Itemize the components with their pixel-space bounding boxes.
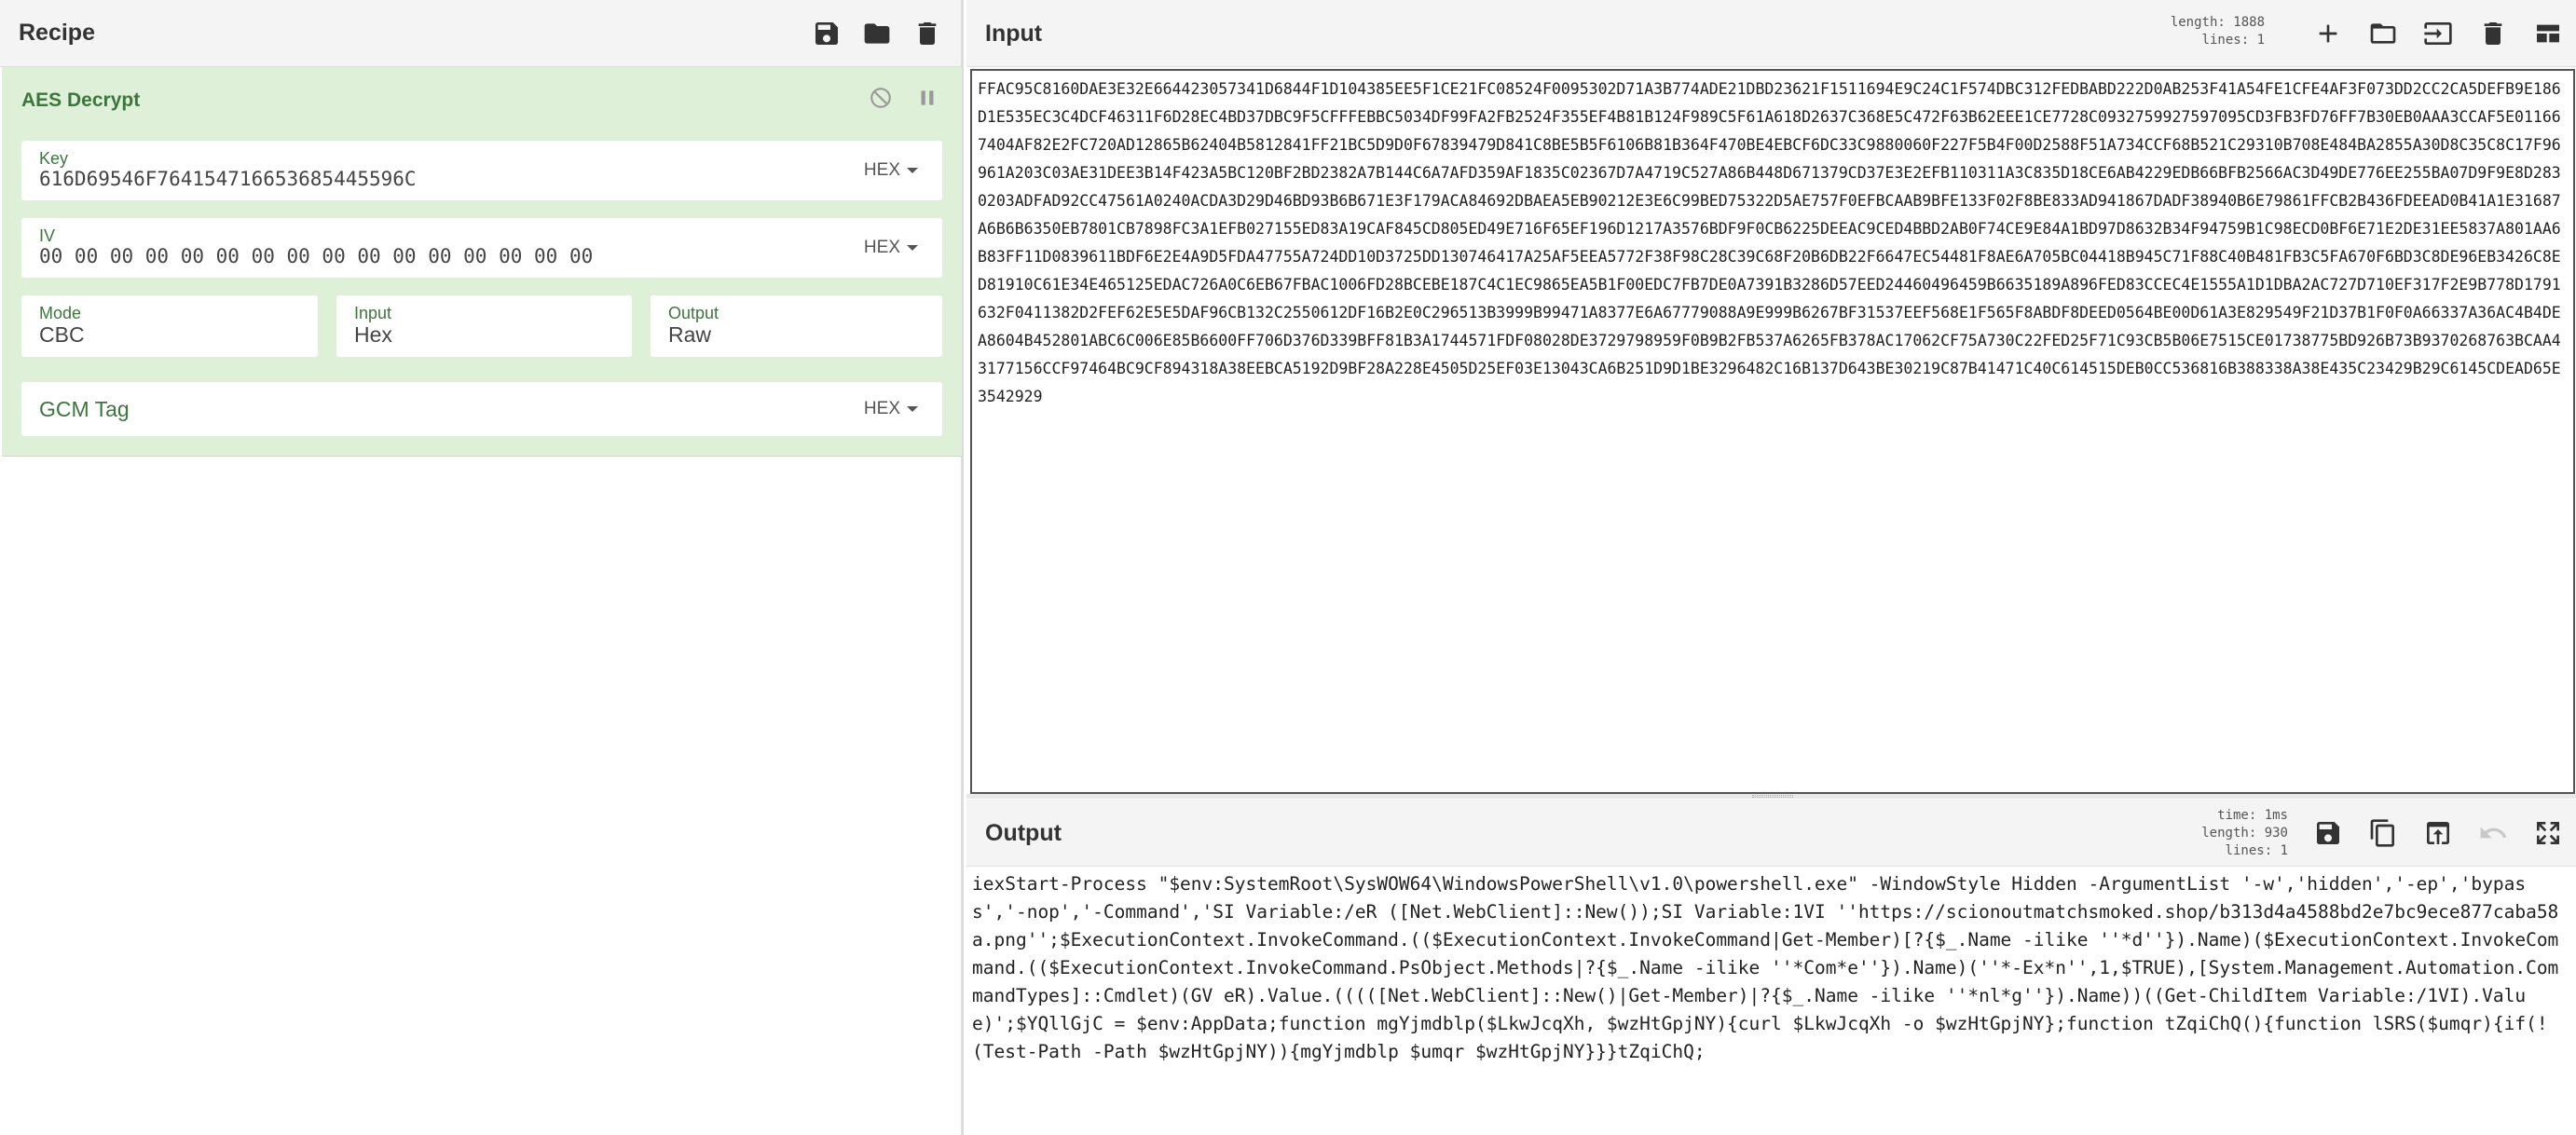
input-format-select[interactable]: Input Hex xyxy=(336,295,632,357)
input-stats: length: 1888 lines: 1 xyxy=(2155,14,2265,49)
operation-controls xyxy=(869,86,939,110)
recipe-title: Recipe xyxy=(19,20,95,46)
output-lines-label: lines: xyxy=(2225,843,2273,858)
output-format-label: Output xyxy=(668,304,719,322)
output-title: Output xyxy=(985,819,1062,846)
output-panel: Output time: 1ms length: 930 lines: 1 ie… xyxy=(966,800,2576,1135)
save-icon[interactable] xyxy=(812,19,842,48)
undo-icon xyxy=(2478,818,2508,848)
iv-value[interactable]: 00 00 00 00 00 00 00 00 00 00 00 00 00 0… xyxy=(39,245,593,267)
recipe-header: Recipe xyxy=(0,0,961,67)
output-toolbar xyxy=(2313,800,2563,867)
layout-icon[interactable] xyxy=(2533,19,2563,48)
input-format-label: Input xyxy=(354,304,392,322)
replace-input-icon[interactable] xyxy=(2423,818,2453,848)
key-format-label: HEX xyxy=(863,160,900,180)
plus-icon[interactable] xyxy=(2313,19,2343,48)
iv-format-dropdown[interactable]: HEX xyxy=(864,218,918,278)
input-length-value: 1888 xyxy=(2233,15,2265,30)
operation-title: AES Decrypt xyxy=(21,89,141,111)
input-panel: Input length: 1888 lines: 1 FFAC95C8160D… xyxy=(966,0,2576,797)
output-format-select[interactable]: Output Raw xyxy=(651,295,942,357)
output-length-value: 930 xyxy=(2264,826,2288,841)
recipe-panel: Recipe AES Decrypt Key 616D69546F7641547… xyxy=(0,0,964,1135)
input-format-value: Hex xyxy=(354,322,392,347)
chevron-down-icon xyxy=(907,406,918,412)
breakpoint-icon[interactable] xyxy=(915,86,939,110)
output-lines-value: 1 xyxy=(2280,843,2288,858)
open-folder-icon[interactable] xyxy=(2368,19,2398,48)
maximize-icon[interactable] xyxy=(2533,818,2563,848)
input-toolbar xyxy=(2313,0,2563,67)
output-textarea[interactable]: iexStart-Process "$env:SystemRoot\SysWOW… xyxy=(972,870,2566,1066)
input-lines-label: lines: xyxy=(2201,33,2250,48)
copy-icon[interactable] xyxy=(2368,818,2398,848)
key-value[interactable]: 616D69546F764154716653685445596C xyxy=(39,168,417,190)
input-title: Input xyxy=(985,20,1043,47)
trash-icon[interactable] xyxy=(912,19,942,48)
gcm-tag-format-dropdown[interactable]: HEX xyxy=(864,382,918,436)
output-stats: time: 1ms length: 930 lines: 1 xyxy=(2171,807,2288,860)
key-label: Key xyxy=(39,149,69,168)
iv-format-label: HEX xyxy=(863,238,900,257)
input-length-label: length: xyxy=(2170,15,2226,30)
output-format-value: Raw xyxy=(668,322,712,347)
key-field[interactable]: Key 616D69546F764154716653685445596C HEX xyxy=(21,141,942,200)
input-textarea[interactable]: FFAC95C8160DAE3E32E664423057341D6844F1D1… xyxy=(970,69,2575,794)
aes-decrypt-operation[interactable]: AES Decrypt Key 616D69546F76415471665368… xyxy=(2,67,962,457)
iv-label: IV xyxy=(39,226,56,245)
recipe-toolbar xyxy=(812,0,942,67)
output-time-label: time: xyxy=(2217,808,2257,823)
folder-icon[interactable] xyxy=(862,19,892,48)
disable-icon[interactable] xyxy=(869,86,893,110)
drag-handle-icon[interactable] xyxy=(1752,795,1793,798)
output-header: Output time: 1ms length: 930 lines: 1 xyxy=(966,800,2576,867)
trash-icon[interactable] xyxy=(2478,19,2508,48)
input-header: Input length: 1888 lines: 1 xyxy=(966,0,2576,67)
mode-select[interactable]: Mode CBC xyxy=(21,295,318,357)
mode-value: CBC xyxy=(39,322,85,347)
chevron-down-icon xyxy=(907,168,918,173)
key-format-dropdown[interactable]: HEX xyxy=(864,141,918,200)
gcm-tag-format-label: HEX xyxy=(863,399,900,418)
gcm-tag-field[interactable]: GCM Tag HEX xyxy=(21,382,942,436)
output-time-value: 1ms xyxy=(2264,808,2288,823)
output-length-label: length: xyxy=(2201,826,2257,841)
input-lines-value: 1 xyxy=(2256,33,2265,48)
iv-field[interactable]: IV 00 00 00 00 00 00 00 00 00 00 00 00 0… xyxy=(21,218,942,278)
input-icon[interactable] xyxy=(2423,19,2453,48)
chevron-down-icon xyxy=(907,245,918,251)
mode-label: Mode xyxy=(39,304,82,322)
gcm-tag-placeholder: GCM Tag xyxy=(39,396,130,421)
save-icon[interactable] xyxy=(2313,818,2343,848)
